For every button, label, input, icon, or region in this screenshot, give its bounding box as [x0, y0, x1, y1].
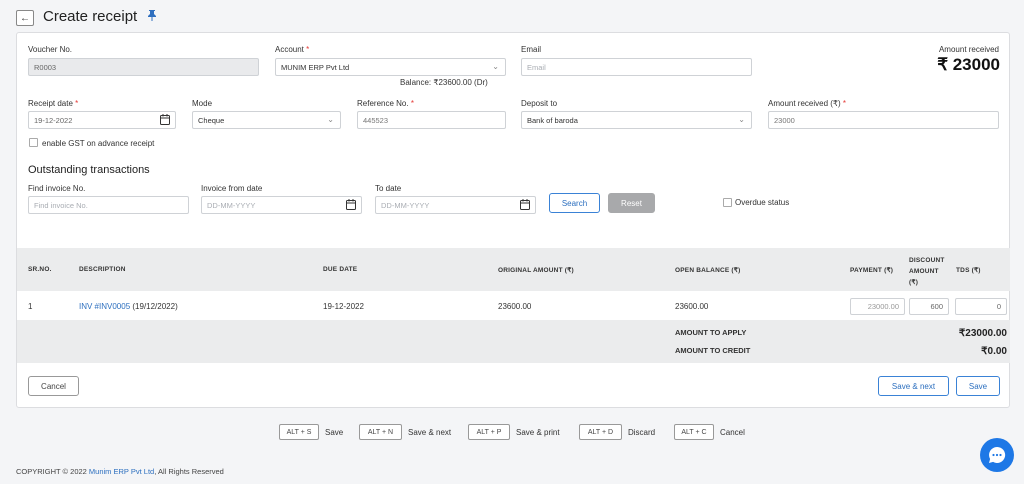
amount-to-credit-label: AMOUNT TO CREDIT: [675, 346, 751, 355]
row-original-amount: 23600.00: [498, 302, 532, 311]
outstanding-title: Outstanding transactions: [28, 164, 150, 176]
account-label: Account *: [275, 45, 310, 54]
th-tds: TDS (₹): [956, 267, 981, 274]
account-balance: Balance: ₹23600.00 (Dr): [400, 78, 488, 87]
th-original-amount: ORIGINAL AMOUNT (₹): [498, 267, 574, 274]
from-date-input[interactable]: DD-MM-YYYY: [201, 196, 362, 214]
receipt-date-value: 19-12-2022: [34, 115, 73, 125]
overdue-label: Overdue status: [735, 198, 790, 207]
shortcut-key-cancel: ALT + C: [674, 424, 714, 440]
arrow-left-icon: ←: [20, 12, 30, 24]
totals-bar: [17, 320, 1010, 363]
reference-no-label: Reference No. *: [357, 99, 414, 108]
th-description: DESCRIPTION: [79, 266, 126, 273]
row-due-date: 19-12-2022: [323, 302, 364, 311]
th-open-balance: OPEN BALANCE (₹): [675, 267, 741, 274]
shortcut-label-discard: Discard: [628, 428, 656, 437]
page-title: Create receipt: [43, 8, 138, 25]
account-select[interactable]: MUNIM ERP Pvt Ltd ⌄: [275, 58, 506, 76]
shortcut-key-save-print: ALT + P: [468, 424, 510, 440]
row-description: INV #INV0005 (19/12/2022): [79, 302, 178, 311]
find-invoice-input[interactable]: Find invoice No.: [28, 196, 189, 214]
receipt-date-field[interactable]: 19-12-2022: [28, 111, 176, 129]
amount-received-summary-label: Amount received: [938, 45, 999, 54]
row-open-balance: 23600.00: [675, 302, 709, 311]
email-field[interactable]: Email: [521, 58, 752, 76]
th-sr: SR.NO.: [28, 266, 52, 273]
th-discount: DISCOUNT AMOUNT (₹): [909, 257, 945, 286]
deposit-to-value: Bank of baroda: [527, 115, 578, 125]
tds-input[interactable]: 0: [955, 298, 1007, 315]
mode-value: Cheque: [198, 115, 225, 125]
mode-label: Mode: [192, 99, 213, 108]
voucher-no-field: R0003: [28, 58, 259, 76]
amount-to-credit-value: ₹0.00: [981, 346, 1007, 357]
chevron-down-icon: ⌄: [327, 115, 334, 124]
chat-icon: [989, 446, 1006, 463]
company-link[interactable]: Munim ERP Pvt Ltd: [89, 467, 154, 476]
shortcut-label-save-next: Save & next: [408, 428, 452, 437]
shortcut-key-save: ALT + S: [279, 424, 319, 440]
th-due-date: DUE DATE: [323, 266, 358, 273]
from-date-placeholder: DD-MM-YYYY: [207, 200, 256, 210]
save-next-button[interactable]: Save & next: [878, 376, 949, 396]
account-value: MUNIM ERP Pvt Ltd: [281, 62, 350, 72]
calendar-icon[interactable]: [160, 114, 170, 125]
amount-received-field[interactable]: 23000: [768, 111, 999, 129]
chevron-down-icon: ⌄: [492, 62, 499, 71]
to-date-label: To date: [375, 184, 402, 193]
amount-to-apply-label: AMOUNT TO APPLY: [675, 328, 747, 337]
discount-input[interactable]: 600: [909, 298, 949, 315]
invoice-link[interactable]: INV #INV0005: [79, 302, 130, 311]
back-button[interactable]: ←: [16, 10, 34, 26]
copyright: COPYRIGHT © 2022 Munim ERP Pvt Ltd, All …: [16, 467, 224, 476]
deposit-to-select[interactable]: Bank of baroda ⌄: [521, 111, 752, 129]
receipt-date-label: Receipt date *: [28, 99, 79, 108]
calendar-icon[interactable]: [346, 199, 356, 210]
chat-button[interactable]: [980, 438, 1014, 472]
gst-checkbox[interactable]: [29, 138, 38, 147]
save-button[interactable]: Save: [956, 376, 1000, 396]
invoice-date: (19/12/2022): [132, 302, 178, 311]
calendar-icon[interactable]: [520, 199, 530, 210]
reference-no-field[interactable]: 445523: [357, 111, 506, 129]
amount-to-apply-value: ₹23000.00: [958, 328, 1007, 339]
gst-checkbox-label: enable GST on advance receipt: [42, 139, 155, 148]
cancel-button[interactable]: Cancel: [28, 376, 79, 396]
search-button[interactable]: Search: [549, 193, 600, 213]
chevron-down-icon: ⌄: [738, 115, 745, 124]
shortcut-label-cancel: Cancel: [720, 428, 745, 437]
shortcut-label-save: Save: [325, 428, 344, 437]
to-date-placeholder: DD-MM-YYYY: [381, 200, 430, 210]
pin-icon[interactable]: [148, 10, 156, 24]
voucher-no-label: Voucher No.: [28, 45, 73, 54]
find-invoice-label: Find invoice No.: [28, 184, 86, 193]
amount-received-summary-value: ₹ 23000: [937, 55, 1000, 74]
row-sr: 1: [28, 302, 33, 311]
shortcut-key-save-next: ALT + N: [359, 424, 402, 440]
mode-select[interactable]: Cheque ⌄: [192, 111, 341, 129]
to-date-input[interactable]: DD-MM-YYYY: [375, 196, 536, 214]
amount-received-label: Amount received (₹) *: [768, 99, 847, 108]
th-payment: PAYMENT (₹): [850, 267, 894, 274]
reset-button[interactable]: Reset: [608, 193, 655, 213]
deposit-to-label: Deposit to: [521, 99, 558, 108]
payment-input[interactable]: 23000.00: [850, 298, 905, 315]
shortcut-key-discard: ALT + D: [579, 424, 622, 440]
from-date-label: Invoice from date: [201, 184, 263, 193]
overdue-checkbox[interactable]: [723, 198, 732, 207]
shortcut-label-save-print: Save & print: [516, 428, 560, 437]
email-label: Email: [521, 45, 542, 54]
